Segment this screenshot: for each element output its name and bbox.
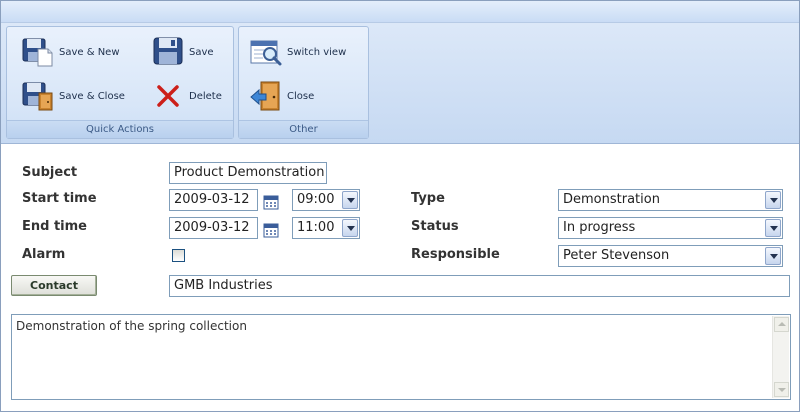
save-close-icon [21,79,55,113]
save-and-close-label: Save & Close [59,90,125,102]
save-icon [151,35,185,69]
appointment-window: Save & New Save Save & Close Delete Quic… [0,0,800,412]
ribbon-group-other: Switch view Close Other [238,26,369,139]
switch-view-icon [249,35,283,69]
chevron-down-icon[interactable] [342,219,358,237]
start-time-label: Start time [22,191,97,206]
subject-label: Subject [22,165,78,180]
chevron-down-icon[interactable] [765,191,781,209]
delete-button[interactable]: Delete [151,79,222,113]
ribbon-title-strip [1,1,799,23]
alarm-label: Alarm [22,247,66,262]
delete-label: Delete [189,90,222,102]
switch-view-label: Switch view [287,46,347,58]
start-time-select[interactable]: 09:00 [292,189,360,211]
scroll-up-icon[interactable] [774,317,789,332]
close-button[interactable]: Close [249,79,314,113]
end-date-field[interactable]: 2009-03-12 [169,217,258,239]
save-button[interactable]: Save [151,35,214,69]
start-date-calendar-icon[interactable] [263,194,279,210]
chevron-down-icon[interactable] [765,247,781,265]
chevron-down-icon[interactable] [765,219,781,237]
save-label: Save [189,46,214,58]
close-label: Close [287,90,315,102]
responsible-label: Responsible [411,247,500,262]
ribbon-group-quick-actions: Save & New Save Save & Close Delete Quic… [6,26,234,139]
notes-text: Demonstration of the spring collection [16,319,247,333]
start-date-field[interactable]: 2009-03-12 [169,189,258,211]
type-label: Type [411,191,445,206]
subject-field[interactable]: Product Demonstration [169,162,327,184]
status-value: In progress [563,220,636,235]
end-time-value: 11:00 [297,220,335,235]
save-and-new-label: Save & New [59,46,120,58]
ribbon-group-caption-quick-actions: Quick Actions [7,120,233,138]
save-and-close-button[interactable]: Save & Close [21,79,125,113]
notes-scrollbar[interactable] [772,316,789,398]
scroll-down-icon[interactable] [774,382,789,397]
status-label: Status [411,219,459,234]
chevron-down-icon[interactable] [342,191,358,209]
save-and-new-button[interactable]: Save & New [21,35,120,69]
responsible-select[interactable]: Peter Stevenson [558,245,783,267]
ribbon: Save & New Save Save & Close Delete Quic… [1,23,799,144]
start-time-value: 09:00 [297,192,335,207]
switch-view-button[interactable]: Switch view [249,35,346,69]
contact-field[interactable]: GMB Industries [169,275,790,297]
status-select[interactable]: In progress [558,217,783,239]
contact-button[interactable]: Contact [11,275,97,296]
type-select[interactable]: Demonstration [558,189,783,211]
end-time-label: End time [22,219,87,234]
notes-textarea[interactable]: Demonstration of the spring collection [11,314,791,400]
responsible-value: Peter Stevenson [563,248,670,263]
end-time-select[interactable]: 11:00 [292,217,360,239]
ribbon-group-caption-other: Other [239,120,368,138]
save-new-icon [21,35,55,69]
alarm-checkbox[interactable] [172,249,185,262]
end-date-calendar-icon[interactable] [263,222,279,238]
type-value: Demonstration [563,192,660,207]
delete-icon [151,79,185,113]
close-door-icon [249,79,283,113]
